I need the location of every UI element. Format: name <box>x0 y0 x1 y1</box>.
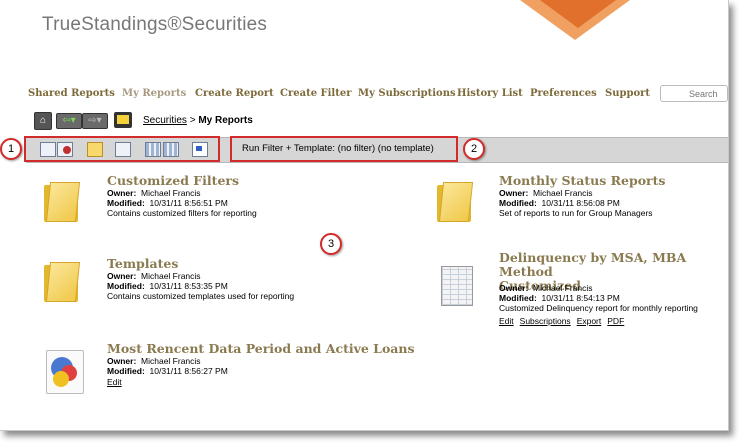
modified-value: 10/31/11 8:53:35 PM <box>149 281 228 291</box>
breadcrumb-separator: > <box>189 115 196 126</box>
owner-label: Owner: <box>107 188 137 198</box>
report-icon[interactable] <box>441 266 473 306</box>
arrow-left-icon: ⇦▾ <box>62 115 76 126</box>
callout-number-2: 2 <box>463 138 485 160</box>
home-button[interactable]: ⌂ <box>34 112 52 130</box>
back-button[interactable]: ⇦▾ <box>56 113 82 129</box>
item-description: Contains customized filters for reportin… <box>107 208 257 218</box>
item-description: Set of reports to run for Group Managers <box>499 208 653 218</box>
item-meta: Owner: Michael Francis Modified: 10/31/1… <box>499 188 653 218</box>
item-title-line1: Delinquency by MSA, MBA Method <box>499 250 687 279</box>
owner-label: Owner: <box>499 283 529 293</box>
item-meta: Owner: Michael Francis Modified: 10/31/1… <box>107 188 257 218</box>
item-links: Edit Subscriptions Export PDF <box>499 316 630 326</box>
nav-preferences[interactable]: Preferences <box>530 88 597 99</box>
modified-value: 10/31/11 8:56:27 PM <box>149 366 228 376</box>
callout-box-2 <box>230 136 458 162</box>
owner-label: Owner: <box>499 188 529 198</box>
callout-number-1: 1 <box>0 138 22 160</box>
item-title[interactable]: Templates <box>107 257 178 271</box>
modified-value: 10/31/11 8:56:51 PM <box>149 198 228 208</box>
modified-label: Modified: <box>499 293 537 303</box>
nav-history-list[interactable]: History List <box>457 88 523 99</box>
owner-label: Owner: <box>107 356 137 366</box>
nav-my-reports[interactable]: My Reports <box>122 88 186 99</box>
item-title[interactable]: Customized Filters <box>107 174 239 188</box>
nav-create-filter[interactable]: Create Filter <box>280 88 351 99</box>
pdf-link[interactable]: PDF <box>607 316 624 326</box>
main-nav: Shared Reports My Reports Create Report … <box>0 84 728 106</box>
folder-icon[interactable] <box>437 182 474 222</box>
modified-value: 10/31/11 8:54:13 PM <box>541 293 620 303</box>
arrow-right-icon: ⇨▾ <box>88 115 102 126</box>
callout-box-1 <box>24 136 220 162</box>
nav-my-subscriptions[interactable]: My Subscriptions <box>358 88 456 99</box>
brand-graphic-inner <box>540 0 616 28</box>
up-folder-button[interactable] <box>114 112 132 128</box>
home-icon: ⌂ <box>39 115 47 126</box>
item-meta: Owner: Michael Francis Modified: 10/31/1… <box>107 271 294 301</box>
owner-label: Owner: <box>107 271 137 281</box>
edit-link[interactable]: Edit <box>499 316 514 326</box>
header: TrueStandings®Securities <box>0 0 728 78</box>
item-links: Edit <box>107 377 128 387</box>
breadcrumb: Securities > My Reports <box>143 115 253 126</box>
item-description: Contains customized templates used for r… <box>107 291 295 301</box>
edit-link[interactable]: Edit <box>107 377 122 387</box>
item-title[interactable]: Monthly Status Reports <box>499 174 665 188</box>
nav-support[interactable]: Support <box>605 88 650 99</box>
owner-value: Michael Francis <box>533 283 593 293</box>
app-title: TrueStandings®Securities <box>42 14 268 35</box>
breadcrumb-current: My Reports <box>198 115 253 126</box>
modified-label: Modified: <box>499 198 537 208</box>
owner-value: Michael Francis <box>141 188 201 198</box>
modified-label: Modified: <box>107 198 145 208</box>
app-window: TrueStandings®Securities Shared Reports … <box>0 0 729 431</box>
callout-number-3: 3 <box>320 233 342 255</box>
forward-button[interactable]: ⇨▾ <box>82 113 108 129</box>
owner-value: Michael Francis <box>141 356 201 366</box>
item-meta: Owner: Michael Francis Modified: 10/31/1… <box>107 356 228 376</box>
breadcrumb-securities[interactable]: Securities <box>143 115 187 126</box>
nav-create-report[interactable]: Create Report <box>195 88 274 99</box>
modified-label: Modified: <box>107 366 145 376</box>
item-title[interactable]: Most Rencent Data Period and Active Loan… <box>107 342 415 356</box>
owner-value: Michael Francis <box>141 271 201 281</box>
modified-value: 10/31/11 8:56:08 PM <box>541 198 620 208</box>
modified-label: Modified: <box>107 281 145 291</box>
search-input[interactable] <box>660 85 728 102</box>
nav-shared-reports[interactable]: Shared Reports <box>28 88 115 99</box>
item-meta: Owner: Michael Francis Modified: 10/31/1… <box>499 283 698 313</box>
folder-up-icon <box>117 115 129 124</box>
owner-value: Michael Francis <box>533 188 593 198</box>
item-description: Customized Delinquency report for monthl… <box>499 303 698 313</box>
dataset-icon[interactable] <box>46 350 84 394</box>
subscriptions-link[interactable]: Subscriptions <box>520 316 571 326</box>
folder-icon[interactable] <box>44 262 81 302</box>
export-link[interactable]: Export <box>577 316 602 326</box>
folder-icon[interactable] <box>44 182 81 222</box>
